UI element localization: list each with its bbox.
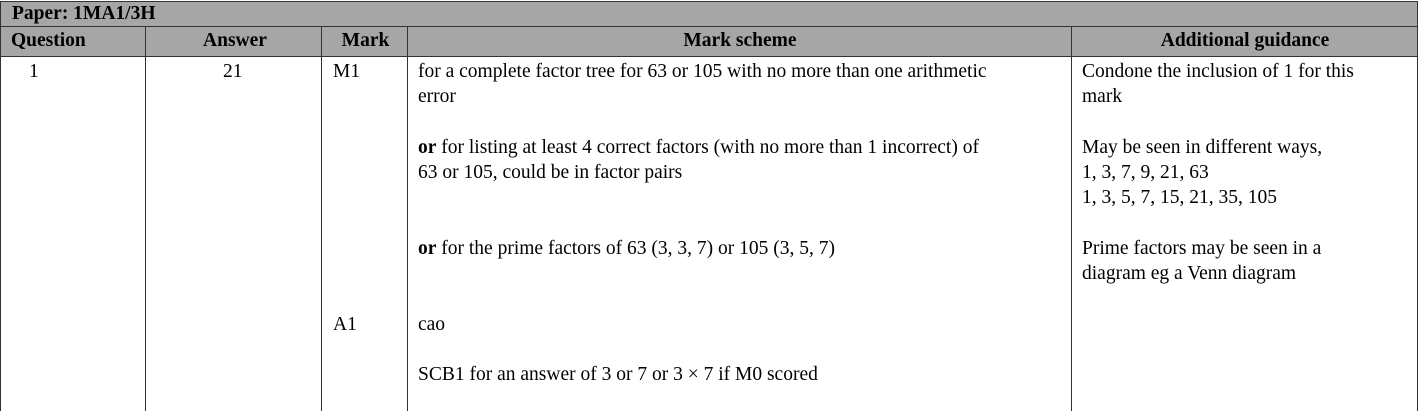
mark-scheme-sheet: Paper: 1MA1/3H Question Answer Mark Mark… <box>0 0 1419 411</box>
header-additional-guidance: Additional guidance <box>1160 30 1330 51</box>
header-mark-scheme: Mark scheme <box>683 30 797 51</box>
or-keyword: or <box>418 238 437 259</box>
column-divider <box>407 27 408 411</box>
guidance-line: 1, 3, 5, 7, 15, 21, 35, 105 <box>1082 187 1277 208</box>
paper-title: Paper: 1MA1/3H <box>0 1 1418 27</box>
scheme-text: for listing at least 4 correct factors (… <box>436 137 979 158</box>
column-divider <box>145 27 146 411</box>
mark-code-a1: A1 <box>333 314 357 335</box>
table-border-right <box>1417 27 1418 411</box>
guidance-line: diagram eg a Venn diagram <box>1082 263 1297 284</box>
answer-value: 21 <box>223 61 243 82</box>
scheme-line: SCB1 for an answer of 3 or 7 or 3 × 7 if… <box>418 364 818 385</box>
scheme-line: or for listing at least 4 correct factor… <box>418 135 979 160</box>
scheme-line: 63 or 105, could be in factor pairs <box>418 162 683 183</box>
scheme-text: for the prime factors of 63 (3, 3, 7) or… <box>436 238 835 259</box>
question-number: 1 <box>29 61 39 82</box>
guidance-line: May be seen in different ways, <box>1082 137 1323 158</box>
header-mark: Mark <box>341 30 390 51</box>
header-question: Question <box>11 30 86 51</box>
column-divider <box>321 27 322 411</box>
or-keyword: or <box>418 137 437 158</box>
mark-code-m1: M1 <box>333 61 361 82</box>
table-border-left <box>0 27 1 411</box>
header-answer: Answer <box>203 30 267 51</box>
guidance-line: Prime factors may be seen in a <box>1082 238 1322 259</box>
scheme-line: or for the prime factors of 63 (3, 3, 7)… <box>418 236 835 261</box>
scheme-line: error <box>418 86 456 107</box>
scheme-line: for a complete factor tree for 63 or 105… <box>418 61 987 82</box>
guidance-line: 1, 3, 7, 9, 21, 63 <box>1082 162 1209 183</box>
guidance-line: mark <box>1082 86 1123 107</box>
table-header-row: Question Answer Mark Mark scheme Additio… <box>0 27 1418 57</box>
guidance-line: Condone the inclusion of 1 for this <box>1082 61 1354 82</box>
scheme-line: cao <box>418 314 446 335</box>
column-divider <box>1071 27 1072 411</box>
